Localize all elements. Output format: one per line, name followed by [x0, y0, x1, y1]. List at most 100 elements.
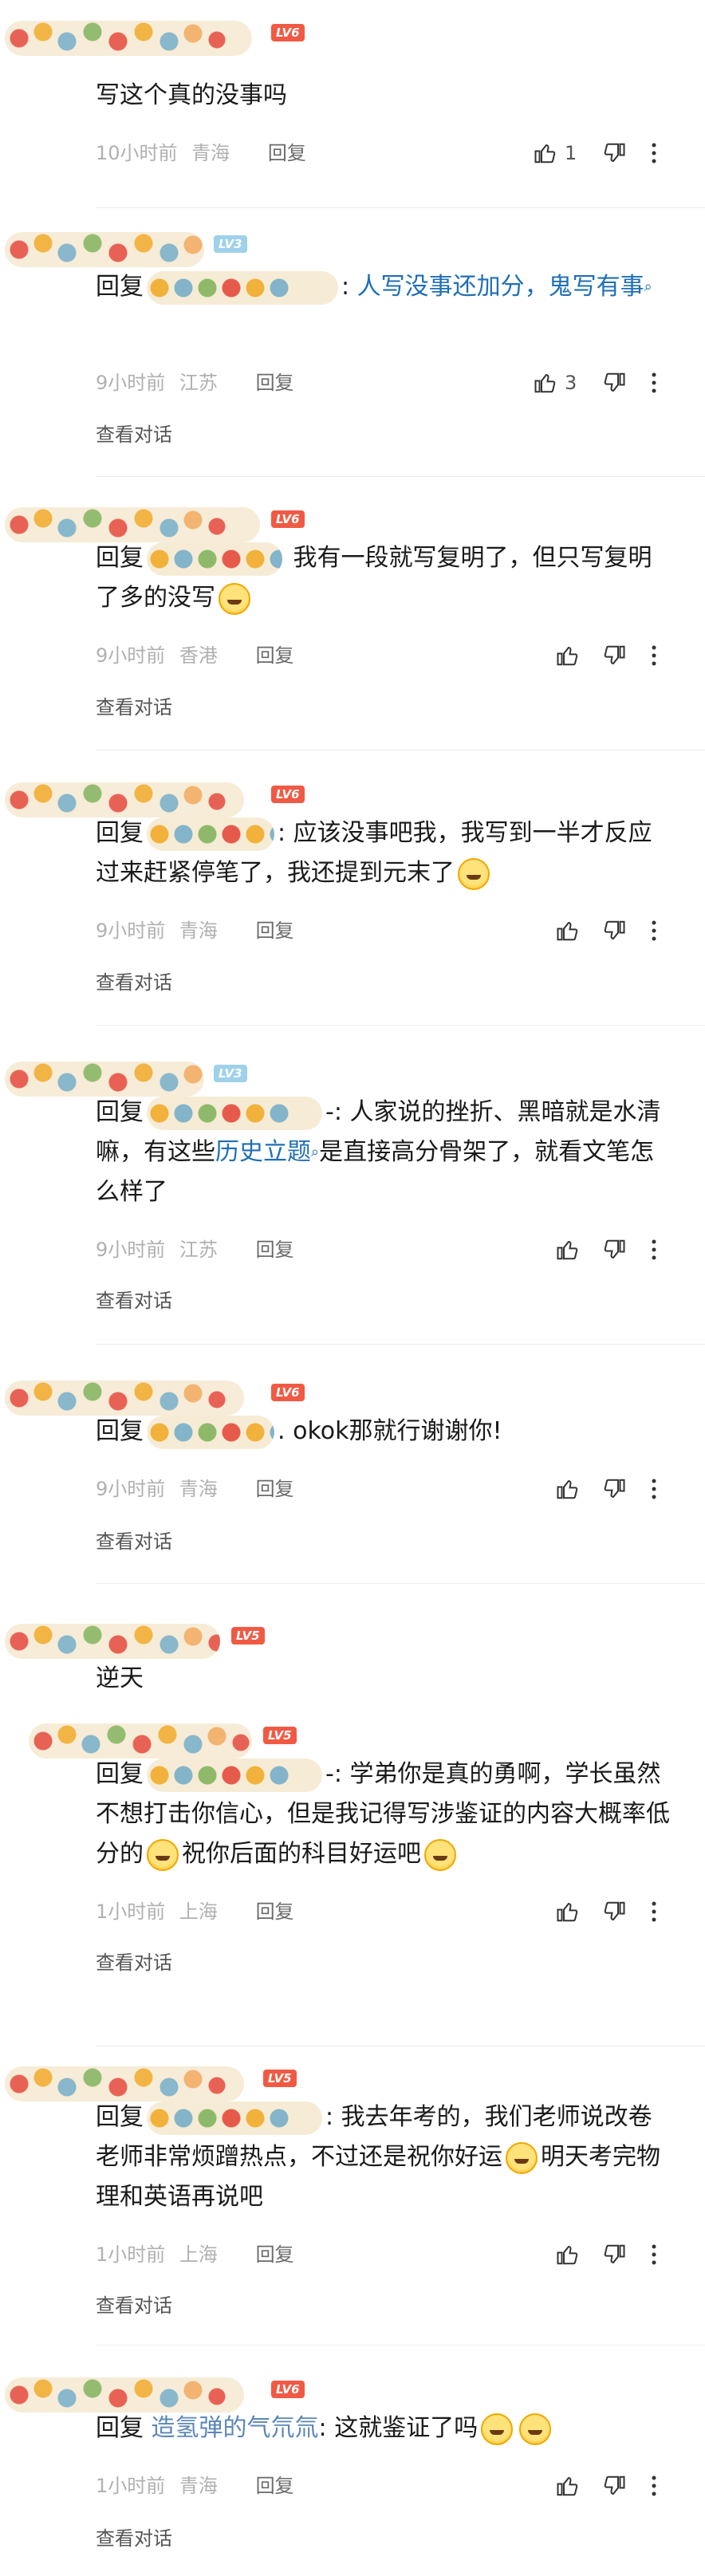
- dislike-icon[interactable]: [598, 367, 630, 399]
- avatar-and-username-mosaic[interactable]: [5, 507, 260, 542]
- avatar-and-username-mosaic[interactable]: [5, 2066, 244, 2101]
- level-badge: LV5: [263, 1727, 297, 1744]
- reply-button[interactable]: 回复: [256, 920, 294, 942]
- divider: [96, 1344, 705, 1345]
- view-conversation-link[interactable]: 查看对话: [96, 1526, 172, 1558]
- avatar-and-username-mosaic[interactable]: [5, 1381, 244, 1416]
- masked-username: [147, 1096, 322, 1130]
- comment-actions: [552, 2239, 670, 2271]
- view-conversation-link[interactable]: 查看对话: [96, 1947, 172, 1979]
- more-icon[interactable]: [638, 2470, 670, 2502]
- like-icon[interactable]: [552, 1896, 584, 1928]
- search-icon[interactable]: ⌕: [644, 278, 652, 295]
- comment-text: 回复 -: 学弟你是真的勇啊，学长虽然不想打击你信心，但是我记得写涉鉴证的内容大概…: [96, 1755, 670, 1874]
- like-icon[interactable]: [530, 137, 561, 169]
- reply-target-username[interactable]: 造氢弹的气氘氚: [152, 2414, 319, 2442]
- dislike-icon[interactable]: [598, 2239, 630, 2271]
- reply-prefix: 回复: [96, 2414, 144, 2442]
- dislike-icon[interactable]: [598, 1473, 630, 1505]
- dislike-icon[interactable]: [598, 137, 630, 169]
- like-icon[interactable]: [552, 2239, 584, 2271]
- masked-username: [147, 1758, 322, 1792]
- divider: [96, 2345, 705, 2346]
- more-icon[interactable]: [638, 640, 670, 672]
- dislike-icon[interactable]: [598, 1234, 630, 1266]
- view-conversation-link[interactable]: 查看对话: [96, 967, 172, 998]
- reply-button[interactable]: 回复: [256, 1239, 294, 1261]
- comment-feed: LV6 写这个真的没事吗 10小时前 青海 回复 1 LV3 回复: 人写没事还…: [0, 0, 705, 2576]
- comment-meta: 9小时前 江苏 回复: [96, 1234, 670, 1266]
- dislike-icon[interactable]: [598, 1896, 630, 1928]
- level-badge: LV3: [214, 1065, 247, 1082]
- like-count: 3: [565, 372, 577, 394]
- avatar-and-username-mosaic[interactable]: [5, 21, 252, 56]
- reply-button[interactable]: 回复: [256, 2475, 294, 2497]
- avatar-and-username-mosaic[interactable]: [29, 1723, 252, 1759]
- comment-actions: [552, 1473, 670, 1505]
- view-conversation-link[interactable]: 查看对话: [96, 419, 172, 451]
- divider: [96, 476, 705, 477]
- timestamp: 1小时前: [96, 1900, 166, 1923]
- reply-prefix: 回复: [96, 273, 144, 301]
- view-conversation-link[interactable]: 查看对话: [96, 2523, 172, 2554]
- reply-button[interactable]: 回复: [256, 644, 294, 667]
- timestamp: 1小时前: [96, 2475, 166, 2497]
- search-icon[interactable]: ⌕: [311, 1144, 319, 1160]
- reply-button[interactable]: 回复: [256, 1478, 294, 1500]
- comment-actions: 1: [530, 137, 670, 169]
- avatar-and-username-mosaic[interactable]: [5, 1062, 204, 1097]
- like-icon[interactable]: [552, 640, 584, 672]
- level-badge: LV6: [271, 2381, 305, 2398]
- reply-button[interactable]: 回复: [256, 2243, 294, 2266]
- comment-actions: [552, 915, 670, 947]
- view-conversation-link[interactable]: 查看对话: [96, 1285, 172, 1317]
- laugh-cry-emoji-icon: [519, 2413, 552, 2445]
- laugh-cry-emoji-icon: [424, 1838, 456, 1871]
- separator: :: [318, 2414, 327, 2442]
- view-conversation-link[interactable]: 查看对话: [96, 2290, 172, 2322]
- divider: [96, 1025, 705, 1026]
- masked-username: [147, 1415, 274, 1449]
- more-icon[interactable]: [638, 915, 670, 947]
- like-icon[interactable]: [530, 367, 561, 399]
- dislike-icon[interactable]: [598, 915, 630, 947]
- like-icon[interactable]: [552, 1234, 584, 1266]
- comment-meta: 1小时前 青海 回复: [96, 2470, 670, 2502]
- comment-text: 回复. okok那就行谢谢你!: [96, 1412, 670, 1451]
- avatar-and-username-mosaic[interactable]: [5, 232, 204, 267]
- more-icon[interactable]: [638, 367, 670, 399]
- like-icon[interactable]: [552, 915, 584, 947]
- laugh-cry-emoji-icon: [458, 857, 490, 890]
- separator: :: [341, 273, 350, 301]
- like-icon[interactable]: [552, 2470, 584, 2502]
- dislike-icon[interactable]: [598, 640, 630, 672]
- reply-button[interactable]: 回复: [256, 372, 294, 394]
- avatar-and-username-mosaic[interactable]: [5, 1624, 220, 1659]
- masked-username: [147, 270, 338, 305]
- linked-topic[interactable]: 历史立题: [215, 1138, 311, 1166]
- more-icon[interactable]: [638, 1896, 670, 1928]
- more-icon[interactable]: [638, 1473, 670, 1505]
- level-badge: LV6: [271, 786, 305, 803]
- reply-button[interactable]: 回复: [256, 1900, 294, 1923]
- reply-button[interactable]: 回复: [268, 142, 306, 164]
- more-icon[interactable]: [638, 2239, 670, 2271]
- dislike-icon[interactable]: [598, 2470, 630, 2502]
- like-count: 1: [565, 142, 577, 164]
- comment-meta: 9小时前 香港 回复: [96, 640, 670, 672]
- like-icon[interactable]: [552, 1473, 584, 1505]
- separator: .: [278, 1417, 286, 1445]
- view-conversation-link[interactable]: 查看对话: [96, 691, 172, 723]
- location: 青海: [179, 2475, 218, 2497]
- more-icon[interactable]: [638, 1234, 670, 1266]
- timestamp: 1小时前: [96, 2243, 166, 2266]
- avatar-and-username-mosaic[interactable]: [5, 782, 244, 817]
- comment-content: 这就鉴证了吗: [334, 2414, 479, 2442]
- reply-prefix: 回复: [96, 1417, 144, 1445]
- more-icon[interactable]: [638, 137, 670, 169]
- comment-text: 回复: 我去年考的，我们老师说改卷老师非常烦蹭热点，不过还是祝你好运 明天考完物理…: [96, 2097, 670, 2217]
- location: 江苏: [179, 372, 218, 394]
- comment-actions: [552, 640, 670, 672]
- linked-text[interactable]: 人写没事还加分，鬼写有事: [357, 273, 644, 301]
- avatar-and-username-mosaic[interactable]: [5, 2377, 244, 2413]
